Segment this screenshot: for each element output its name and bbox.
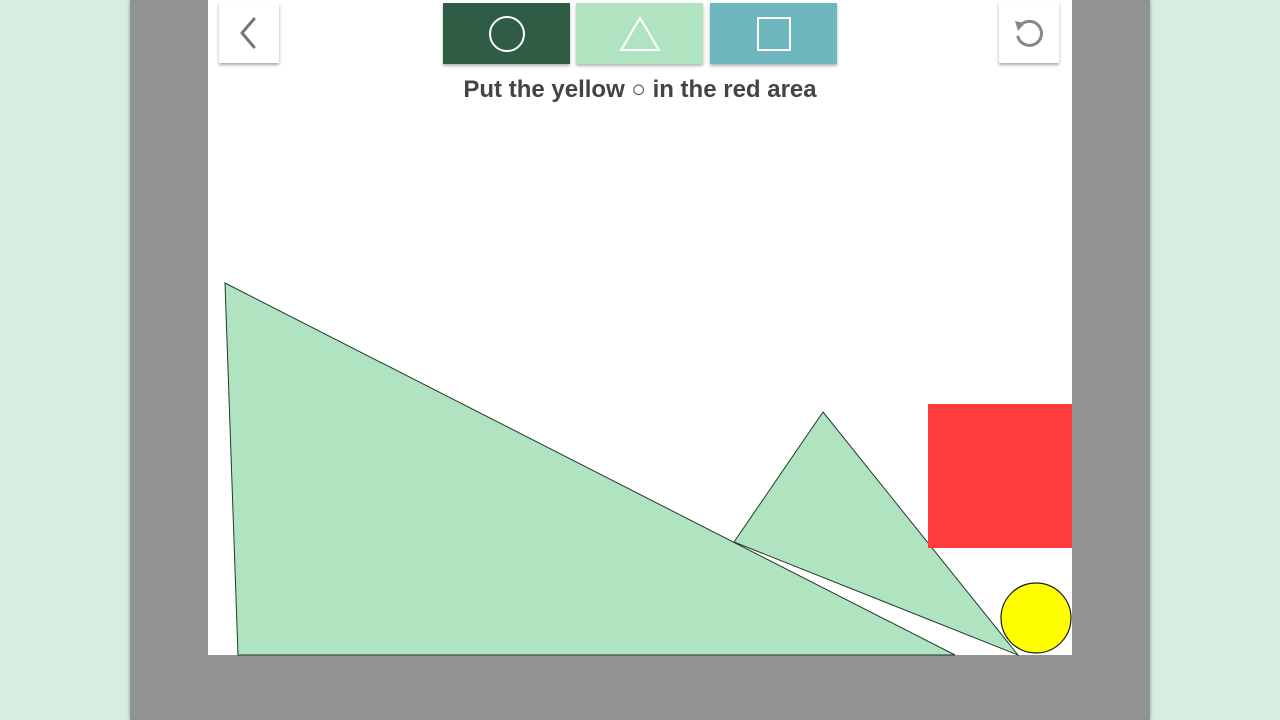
chevron-left-icon [240, 17, 256, 49]
playfield [224, 282, 1072, 657]
yellow-ball[interactable] [1000, 582, 1072, 654]
circle-icon [488, 15, 525, 52]
square-tool-button[interactable] [710, 3, 837, 64]
circle-tool-button[interactable] [443, 3, 570, 64]
instruction-text: Put the yellow ○ in the red area [463, 76, 817, 103]
rotate-ccw-icon [1015, 19, 1043, 47]
square-icon [756, 16, 791, 51]
reset-button[interactable] [999, 3, 1059, 63]
back-button[interactable] [219, 3, 279, 63]
triangle-icon [618, 15, 661, 51]
triangle-tool-button[interactable] [576, 3, 703, 64]
red-target-area [928, 404, 1072, 548]
